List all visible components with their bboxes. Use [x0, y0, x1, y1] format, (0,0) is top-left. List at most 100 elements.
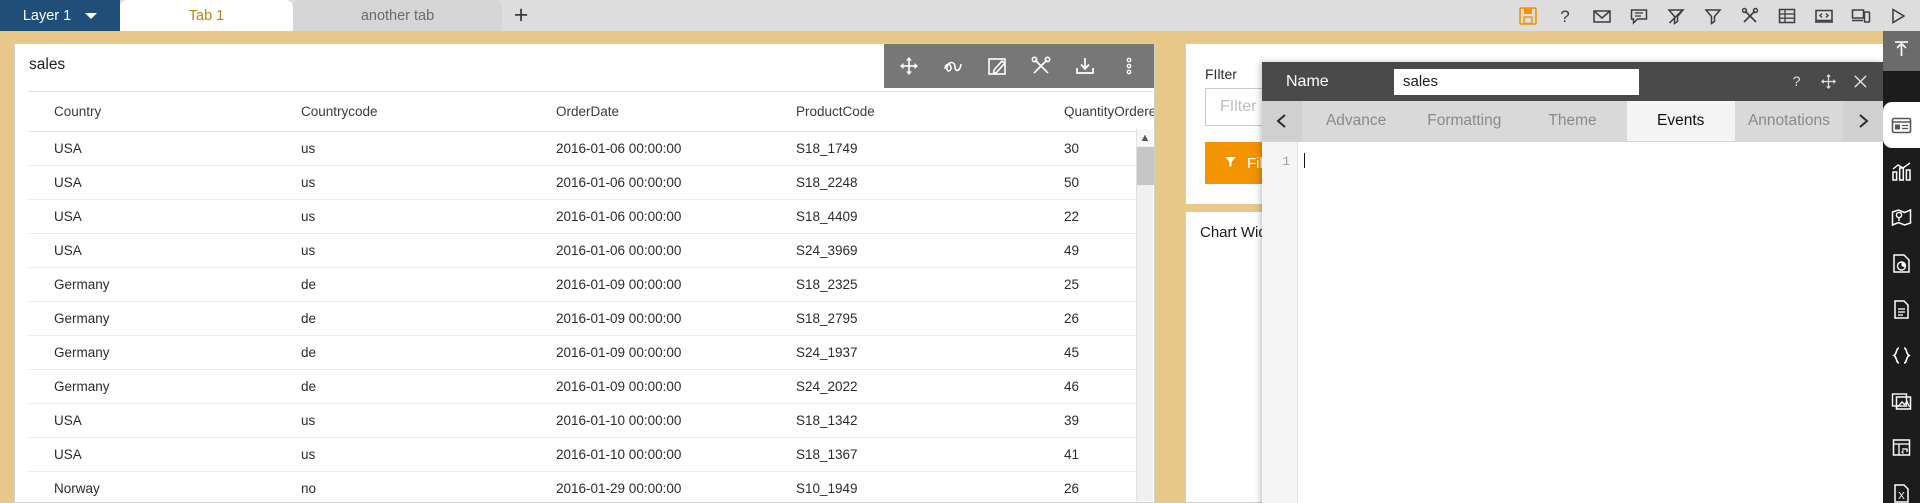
code-icon[interactable]	[1814, 6, 1834, 26]
tab-label: Formatting	[1427, 112, 1502, 129]
comment-icon[interactable]	[1629, 6, 1649, 26]
tools-icon[interactable]	[1030, 55, 1052, 77]
save-icon[interactable]	[1518, 6, 1538, 26]
right-icon-rail: X W	[1883, 62, 1920, 503]
download-icon[interactable]	[1074, 55, 1096, 77]
tab-label: Advance	[1325, 112, 1387, 129]
move-icon[interactable]	[898, 55, 920, 77]
table-row[interactable]: USA us 2016-01-06 00:00:00 S18_1749 30	[28, 131, 1141, 166]
rail-collapse-button[interactable]	[1883, 31, 1920, 71]
filter-icon[interactable]	[1703, 6, 1723, 26]
column-header-orderdate[interactable]: OrderDate	[530, 92, 770, 132]
column-header-quantityordered[interactable]: QuantityOrdered	[1038, 92, 1154, 132]
cell-countrycode: de	[275, 267, 530, 302]
tab-label: Annotations	[1747, 112, 1830, 129]
squiggle-icon[interactable]	[942, 55, 964, 77]
name-label: Name	[1286, 72, 1329, 90]
cell-countrycode: us	[275, 131, 530, 166]
add-tab-button[interactable]: +	[502, 0, 540, 31]
column-header-productcode[interactable]: ProductCode	[770, 92, 1038, 132]
help-icon[interactable]: ?	[1555, 6, 1575, 26]
cell-country: Germany	[28, 335, 275, 370]
rail-item-widget[interactable]	[1883, 102, 1920, 148]
events-code-editor[interactable]: 1	[1262, 141, 1883, 503]
table-row[interactable]: USA us 2016-01-06 00:00:00 S24_3969 49	[28, 233, 1141, 268]
cell-productcode: S18_1749	[770, 131, 1038, 166]
table-row[interactable]: USA us 2016-01-10 00:00:00 S18_1342 39	[28, 403, 1141, 438]
tools-icon[interactable]	[1740, 6, 1760, 26]
column-header-countrycode[interactable]: Countrycode	[275, 92, 530, 132]
table-row[interactable]: Norway no 2016-01-29 00:00:00 S10_1949 2…	[28, 471, 1141, 502]
cell-orderdate: 2016-01-29 00:00:00	[530, 471, 770, 502]
grid-vertical-scrollbar[interactable]: ▲	[1136, 129, 1154, 501]
tab-formatting[interactable]: Formatting	[1410, 101, 1519, 141]
cell-countrycode: us	[275, 199, 530, 234]
cell-quantityordered: 49	[1038, 233, 1141, 268]
grid-widget: sales Country Countrycode OrderDate Prod…	[14, 43, 1155, 503]
cell-country: Germany	[28, 301, 275, 336]
filter-off-icon[interactable]	[1666, 6, 1686, 26]
cell-orderdate: 2016-01-09 00:00:00	[530, 369, 770, 404]
rail-item-image[interactable]	[1883, 378, 1920, 424]
rail-item-map[interactable]	[1883, 194, 1920, 240]
more-vertical-icon[interactable]	[1118, 55, 1140, 77]
table-row[interactable]: Germany de 2016-01-09 00:00:00 S24_2022 …	[28, 369, 1141, 404]
tabs-scroll-left-button[interactable]	[1262, 101, 1302, 141]
layer-selector[interactable]: Layer 1	[0, 0, 120, 31]
rail-item-json[interactable]	[1883, 332, 1920, 378]
editor-code-area[interactable]	[1298, 142, 1883, 503]
table-row[interactable]: USA us 2016-01-06 00:00:00 S18_4409 22	[28, 199, 1141, 234]
table-row[interactable]: Germany de 2016-01-09 00:00:00 S18_2795 …	[28, 301, 1141, 336]
cell-countrycode: de	[275, 335, 530, 370]
bar-chart-icon	[1891, 161, 1912, 182]
cell-countrycode: us	[275, 233, 530, 268]
form-table-icon	[1891, 437, 1912, 458]
data-table: Country Countrycode OrderDate ProductCod…	[28, 92, 1154, 502]
scroll-up-icon[interactable]: ▲	[1137, 129, 1153, 146]
table-row[interactable]: USA us 2016-01-10 00:00:00 S18_1367 41	[28, 437, 1141, 472]
tab-another-tab[interactable]: another tab	[293, 0, 502, 31]
devices-icon[interactable]	[1851, 6, 1871, 26]
tab-annotations[interactable]: Annotations	[1734, 101, 1844, 141]
name-input[interactable]: sales	[1394, 68, 1639, 95]
mail-icon[interactable]	[1592, 6, 1612, 26]
table-header-row: Country Countrycode OrderDate ProductCod…	[28, 92, 1154, 132]
cell-countrycode: de	[275, 301, 530, 336]
cell-productcode: S18_1342	[770, 403, 1038, 438]
rail-item-form[interactable]	[1883, 424, 1920, 470]
arrow-up-bar-icon	[1891, 38, 1912, 64]
tab-advance[interactable]: Advance	[1302, 101, 1411, 141]
table-row[interactable]: Germany de 2016-01-09 00:00:00 S18_2325 …	[28, 267, 1141, 302]
play-icon[interactable]	[1888, 6, 1908, 26]
move-icon[interactable]	[1820, 73, 1837, 90]
table-icon[interactable]	[1777, 6, 1797, 26]
cell-orderdate: 2016-01-06 00:00:00	[530, 233, 770, 268]
edit-icon[interactable]	[986, 55, 1008, 77]
rail-item-excel[interactable]: X	[1883, 470, 1920, 503]
cell-quantityordered: 46	[1038, 369, 1141, 404]
cell-quantityordered: 26	[1038, 301, 1141, 336]
cell-orderdate: 2016-01-06 00:00:00	[530, 199, 770, 234]
widget-card-icon	[1891, 115, 1912, 136]
table-row[interactable]: USA us 2016-01-06 00:00:00 S18_2248 50	[28, 165, 1141, 200]
tabs-scroll-right-button[interactable]	[1843, 101, 1884, 141]
rail-item-chart[interactable]	[1883, 148, 1920, 194]
cell-quantityordered: 22	[1038, 199, 1141, 234]
rail-item-report[interactable]	[1883, 240, 1920, 286]
tab-events[interactable]: Events	[1626, 101, 1735, 141]
cell-quantityordered: 39	[1038, 403, 1141, 438]
table-row[interactable]: Germany de 2016-01-09 00:00:00 S24_1937 …	[28, 335, 1141, 370]
properties-panel-header: Name sales ?	[1262, 62, 1883, 101]
cell-country: Norway	[28, 471, 275, 502]
close-icon[interactable]	[1852, 73, 1869, 90]
line-number: 1	[1282, 154, 1290, 169]
tab-theme[interactable]: Theme	[1518, 101, 1627, 141]
application-window: Layer 1 Tab 1 another tab + ? FIlter FIl…	[0, 0, 1920, 503]
chevron-down-icon	[85, 12, 98, 19]
help-icon[interactable]: ?	[1788, 73, 1805, 90]
tab-tab-1[interactable]: Tab 1	[120, 0, 293, 31]
rail-item-document[interactable]	[1883, 286, 1920, 332]
cell-orderdate: 2016-01-10 00:00:00	[530, 437, 770, 472]
scrollbar-thumb[interactable]	[1137, 147, 1154, 185]
column-header-country[interactable]: Country	[28, 92, 275, 132]
